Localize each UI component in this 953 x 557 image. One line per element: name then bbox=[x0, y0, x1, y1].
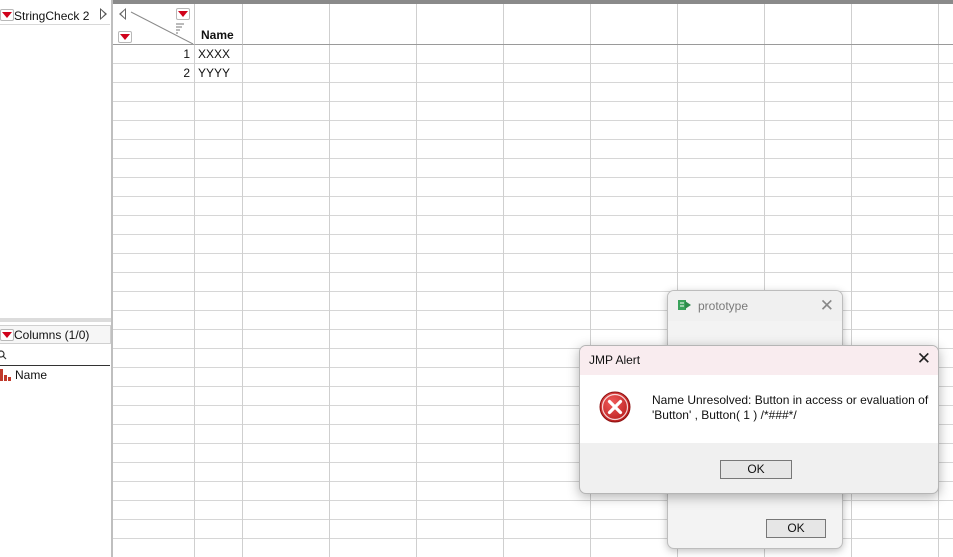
table-title-bar[interactable]: StringCheck 2 bbox=[0, 6, 110, 25]
table-cell[interactable]: XXXX bbox=[198, 47, 230, 61]
panel-splitter[interactable] bbox=[0, 318, 111, 322]
table-cell[interactable]: YYYY bbox=[198, 66, 230, 80]
column-header-label: Name bbox=[201, 28, 234, 42]
alert-body: Name Unresolved: Button in access or eva… bbox=[580, 375, 938, 443]
alert-titlebar[interactable]: JMP Alert ✕ bbox=[580, 346, 938, 375]
alert-ok-button[interactable]: OK bbox=[720, 460, 792, 479]
column-bar-icon bbox=[0, 369, 11, 381]
left-panel: StringCheck 2 Columns (1/0) Name bbox=[0, 0, 112, 557]
search-icon bbox=[0, 350, 7, 360]
close-icon[interactable]: ✕ bbox=[820, 296, 834, 316]
row-number[interactable]: 2 bbox=[113, 66, 190, 80]
column-item-label: Name bbox=[15, 368, 48, 382]
column-header-name[interactable]: Name bbox=[195, 4, 243, 45]
columns-menu-icon[interactable] bbox=[0, 329, 14, 341]
script-icon bbox=[678, 300, 691, 310]
close-icon[interactable]: ✕ bbox=[917, 349, 931, 369]
expand-right-icon[interactable] bbox=[100, 8, 107, 20]
prototype-ok-button[interactable]: OK bbox=[766, 519, 826, 538]
alert-title: JMP Alert bbox=[589, 353, 641, 367]
alert-message: Name Unresolved: Button in access or eva… bbox=[652, 393, 929, 422]
table-menu-icon[interactable] bbox=[0, 9, 14, 21]
columns-search-input[interactable] bbox=[0, 346, 110, 366]
prototype-title: prototype bbox=[698, 299, 749, 313]
grid-corner[interactable] bbox=[113, 4, 195, 45]
row-number[interactable]: 1 bbox=[113, 47, 190, 61]
column-item-name[interactable]: Name bbox=[0, 367, 110, 384]
error-icon bbox=[599, 391, 631, 423]
sort-lines-icon bbox=[176, 23, 184, 34]
columns-header-label: Columns (1/0) bbox=[14, 328, 90, 342]
jmp-alert-dialog[interactable]: JMP Alert ✕ Name Unresolved: Button in a… bbox=[579, 345, 939, 494]
corner-diagonal bbox=[130, 11, 194, 44]
table-title: StringCheck 2 bbox=[14, 9, 90, 23]
prototype-titlebar[interactable]: prototype ✕ bbox=[668, 291, 842, 321]
columns-panel-header[interactable]: Columns (1/0) bbox=[0, 325, 111, 344]
